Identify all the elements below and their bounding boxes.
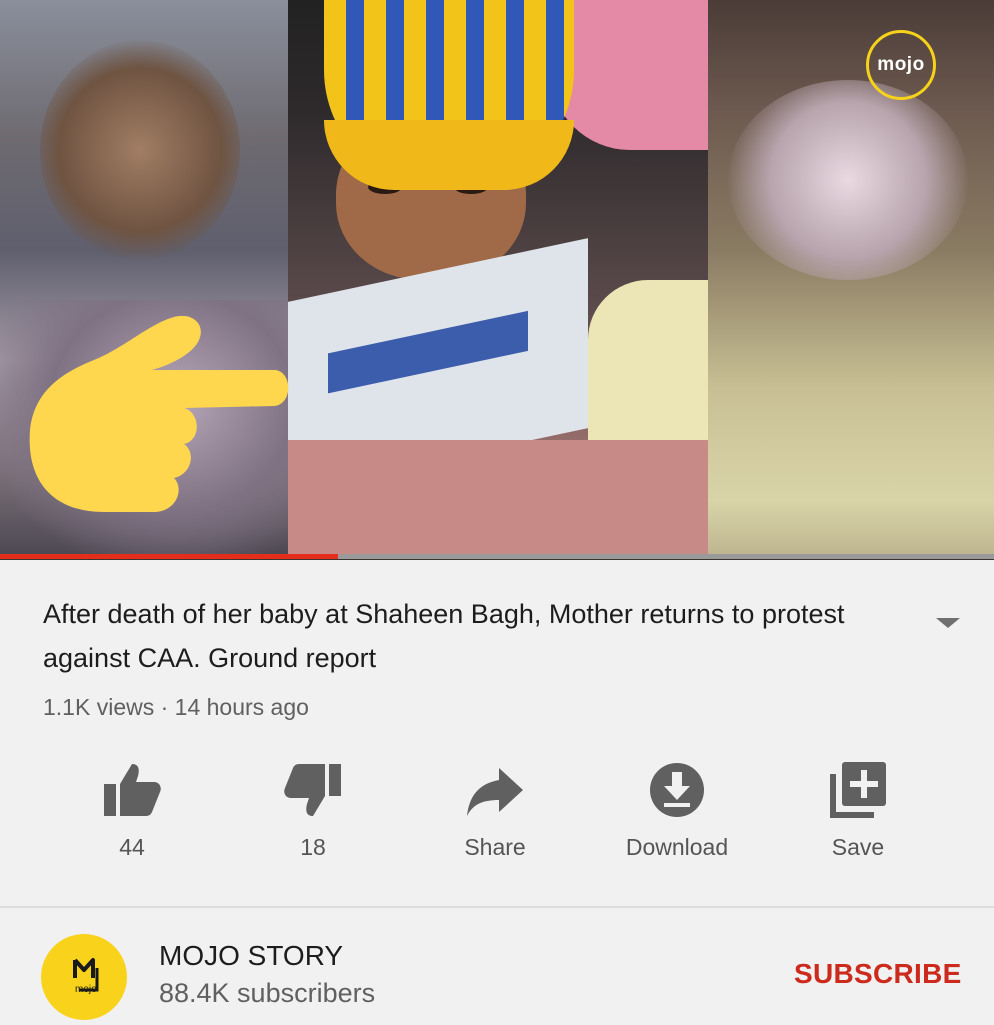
like-button[interactable]: 44 <box>47 760 217 861</box>
download-button[interactable]: Download <box>592 760 762 861</box>
video-title[interactable]: After death of her baby at Shaheen Bagh,… <box>43 592 893 680</box>
thumbs-up-icon <box>104 764 161 816</box>
video-view-count-and-age: 1.1K views · 14 hours ago <box>43 694 309 720</box>
chevron-down-icon[interactable] <box>934 616 962 630</box>
download-label: Download <box>625 834 729 860</box>
save-label: Save <box>831 834 885 860</box>
share-label: Share <box>464 834 526 860</box>
video-player[interactable]: mojo <box>0 0 994 560</box>
like-count: 44 <box>119 834 145 860</box>
video-progress-bar[interactable] <box>0 554 994 559</box>
share-icon <box>467 768 523 816</box>
download-icon <box>650 763 704 817</box>
video-actions-bar: 44 18 Share Download Save <box>0 760 994 870</box>
video-blurred-right-panel <box>708 0 994 556</box>
video-frame-baby <box>288 0 708 556</box>
channel-avatar[interactable]: mojo <box>41 934 127 1020</box>
dislike-count: 18 <box>300 834 326 860</box>
knitted-hat <box>324 0 574 190</box>
share-button[interactable]: Share <box>410 760 580 861</box>
thumbs-down-icon <box>284 764 341 816</box>
save-playlist-icon <box>830 762 886 818</box>
channel-watermark-logo: mojo <box>866 30 936 100</box>
pointing-hand-emoji-icon <box>29 315 289 512</box>
subscribe-button[interactable]: SUBSCRIBE <box>794 958 962 990</box>
video-progress-played <box>0 554 338 559</box>
dislike-button[interactable]: 18 <box>228 760 398 861</box>
save-button[interactable]: Save <box>773 760 943 861</box>
mojo-logo-icon: mojo <box>73 958 99 995</box>
channel-name[interactable]: MOJO STORY <box>159 940 343 972</box>
channel-row: mojo MOJO STORY 88.4K subscribers SUBSCR… <box>0 908 994 1024</box>
subscriber-count: 88.4K subscribers <box>159 978 376 1008</box>
